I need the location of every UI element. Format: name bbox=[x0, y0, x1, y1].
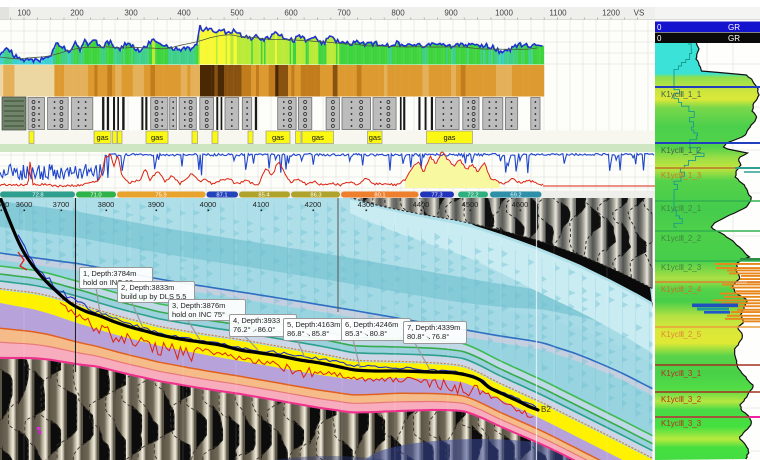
svg-text:0: 0 bbox=[657, 23, 662, 32]
svg-text:gas: gas bbox=[272, 133, 284, 142]
svg-text:500: 500 bbox=[230, 9, 244, 18]
svg-text:K1ycIII_3_2: K1ycIII_3_2 bbox=[661, 395, 702, 404]
svg-text:71.0: 71.0 bbox=[90, 193, 101, 199]
svg-text:K1ycIII_2_5: K1ycIII_2_5 bbox=[661, 330, 702, 339]
svg-text:700: 700 bbox=[337, 9, 351, 18]
svg-text:GR: GR bbox=[728, 23, 740, 32]
svg-text:gas: gas bbox=[369, 133, 381, 142]
svg-text:86.3: 86.3 bbox=[310, 193, 321, 199]
svg-text:VS: VS bbox=[634, 9, 645, 18]
svg-text:100: 100 bbox=[17, 9, 31, 18]
svg-text:200: 200 bbox=[70, 9, 84, 18]
svg-text:85.4: 85.4 bbox=[258, 193, 270, 199]
svg-text:1100: 1100 bbox=[549, 9, 567, 18]
svg-text:400: 400 bbox=[177, 9, 191, 18]
svg-text:900: 900 bbox=[444, 9, 458, 18]
svg-text:80.1: 80.1 bbox=[374, 193, 385, 199]
svg-text:1000: 1000 bbox=[495, 9, 513, 18]
svg-text:K1ycIII_1_1: K1ycIII_1_1 bbox=[661, 90, 702, 99]
svg-text:K1ycIII_3_3: K1ycIII_3_3 bbox=[661, 419, 702, 428]
svg-text:K1ycIII_2_3: K1ycIII_2_3 bbox=[661, 263, 702, 272]
svg-text:K1ycIII_2_4: K1ycIII_2_4 bbox=[661, 285, 702, 294]
svg-text:GR: GR bbox=[728, 34, 740, 43]
svg-text:K1ycIII_2_1: K1ycIII_2_1 bbox=[661, 204, 702, 213]
svg-text:69.2: 69.2 bbox=[510, 193, 521, 199]
svg-text:800: 800 bbox=[391, 9, 405, 18]
svg-text:87.1: 87.1 bbox=[216, 193, 227, 199]
svg-text:gas: gas bbox=[312, 133, 324, 142]
svg-text:600: 600 bbox=[284, 9, 298, 18]
svg-text:72.8: 72.8 bbox=[32, 193, 43, 199]
svg-text:77.3: 77.3 bbox=[431, 193, 442, 199]
svg-text:0: 0 bbox=[657, 34, 662, 43]
svg-text:300: 300 bbox=[124, 9, 138, 18]
svg-text:gas: gas bbox=[151, 133, 163, 142]
svg-text:K1ycIII_3_1: K1ycIII_3_1 bbox=[661, 369, 702, 378]
svg-text:gas: gas bbox=[96, 133, 108, 142]
svg-text:75.9: 75.9 bbox=[155, 193, 166, 199]
svg-text:K1ycIII_1_3: K1ycIII_1_3 bbox=[661, 171, 702, 180]
svg-text:gas: gas bbox=[443, 133, 455, 142]
svg-text:72.2: 72.2 bbox=[467, 193, 478, 199]
svg-text:1200: 1200 bbox=[602, 9, 620, 18]
svg-text:K1ycIII_2_2: K1ycIII_2_2 bbox=[661, 234, 702, 243]
svg-text:K1ycIII_1_2: K1ycIII_1_2 bbox=[661, 146, 702, 155]
